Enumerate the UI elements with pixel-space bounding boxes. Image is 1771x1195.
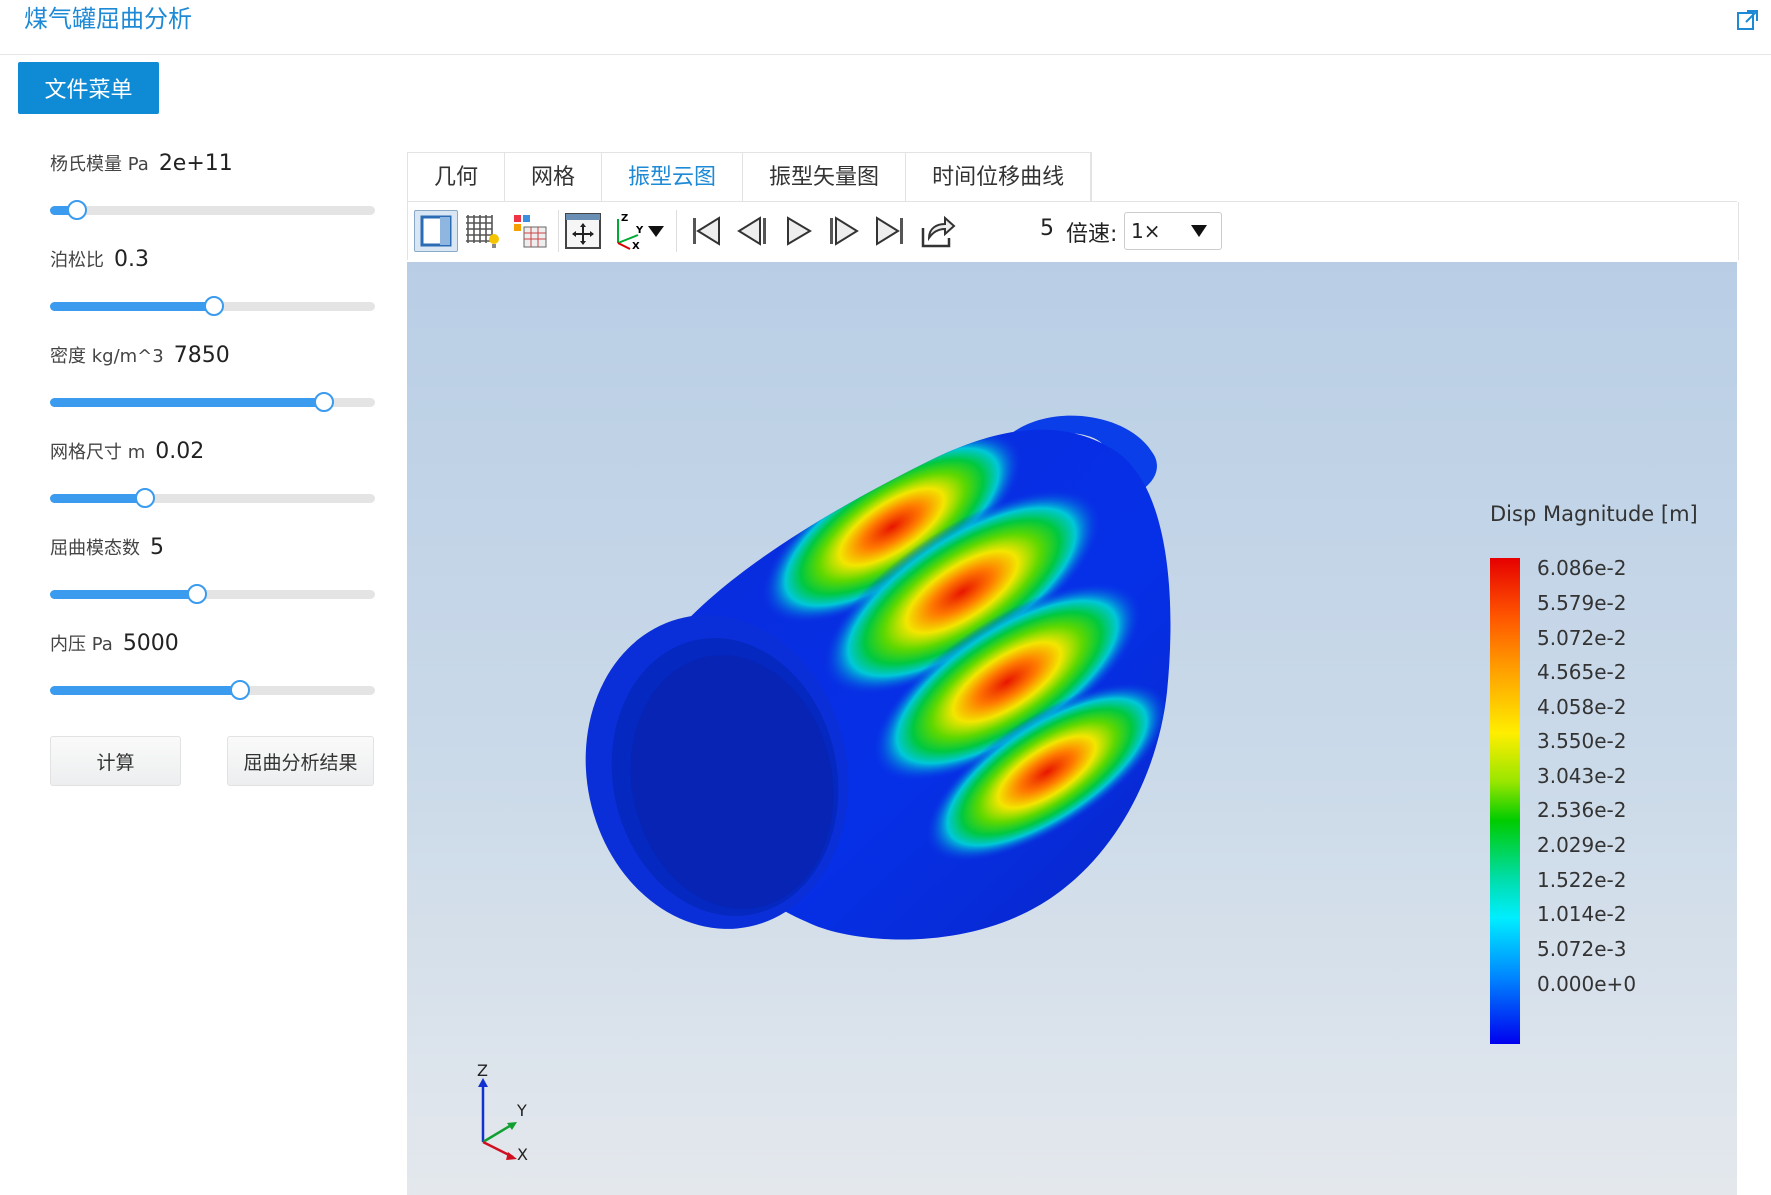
param-internal-pressure: 内压 Pa 5000 xyxy=(50,630,375,700)
buckling-modes-slider[interactable] xyxy=(50,584,375,604)
export-icon[interactable] xyxy=(916,210,960,252)
toolbar-separator xyxy=(558,210,559,252)
toolbar-separator xyxy=(676,210,677,252)
legend-title: Disp Magnitude [m] xyxy=(1490,502,1698,526)
compute-button[interactable]: 计算 xyxy=(50,736,181,786)
param-label: 屈曲模态数 xyxy=(50,538,140,559)
tab-time-displacement[interactable]: 时间位移曲线 xyxy=(906,153,1092,202)
param-label: 网格尺寸 m xyxy=(50,442,146,463)
tab-geometry[interactable]: 几何 xyxy=(408,153,506,202)
legend-tick: 1.014e-2 xyxy=(1537,902,1627,926)
viewer-toolbar: ZYX 5 倍速: 1× xyxy=(407,202,1739,260)
legend-tick: 2.536e-2 xyxy=(1537,798,1627,822)
color-scale-bar xyxy=(1490,558,1520,1044)
last-frame-icon[interactable] xyxy=(868,210,912,252)
mesh-size-slider[interactable] xyxy=(50,488,375,508)
legend-tick: 5.072e-2 xyxy=(1537,626,1627,650)
title-bar: 煤气罐屈曲分析 xyxy=(0,0,1771,55)
svg-text:Z: Z xyxy=(621,213,628,224)
param-density: 密度 kg/m^3 7850 xyxy=(50,342,375,412)
param-poisson-ratio: 泊松比 0.3 xyxy=(50,246,375,316)
legend-tick: 1.522e-2 xyxy=(1537,868,1627,892)
param-value: 0.02 xyxy=(155,439,205,464)
slider-handle[interactable] xyxy=(229,680,250,700)
slider-handle[interactable] xyxy=(314,392,334,412)
prev-frame-icon[interactable] xyxy=(730,210,774,252)
poisson-ratio-slider[interactable] xyxy=(50,296,375,316)
light-icon[interactable] xyxy=(508,210,552,252)
param-buckling-modes: 屈曲模态数 5 xyxy=(50,534,375,604)
tab-mesh[interactable]: 网格 xyxy=(505,153,603,202)
density-slider[interactable] xyxy=(50,392,375,412)
param-youngs-modulus: 杨氏模量 Pa 2e+11 xyxy=(50,150,375,220)
param-label: 内压 Pa xyxy=(50,634,113,655)
legend-tick: 5.072e-3 xyxy=(1537,937,1627,961)
legend-tick: 0.000e+0 xyxy=(1537,972,1637,996)
slider-handle[interactable] xyxy=(67,200,87,220)
file-menu-button[interactable]: 文件菜单 xyxy=(18,62,159,114)
svg-text:Y: Y xyxy=(635,225,644,236)
axis-z-label: Z xyxy=(477,1062,488,1080)
internal-pressure-slider[interactable] xyxy=(50,680,375,700)
param-value: 0.3 xyxy=(114,247,149,272)
3d-viewport[interactable]: Disp Magnitude [m] 6.086e-2 5.579e-2 5.0… xyxy=(407,262,1737,1195)
param-label: 泊松比 xyxy=(50,250,104,271)
axis-triad-icon: Z Y X xyxy=(477,1062,528,1162)
svg-text:X: X xyxy=(632,241,640,251)
legend-tick: 3.043e-2 xyxy=(1537,764,1627,788)
youngs-modulus-slider[interactable] xyxy=(50,200,375,220)
legend-tick: 6.086e-2 xyxy=(1537,556,1627,580)
legend-tick: 3.550e-2 xyxy=(1537,729,1627,753)
legend-tick: 5.579e-2 xyxy=(1537,591,1627,615)
speed-select[interactable]: 1× xyxy=(1124,212,1222,250)
next-frame-icon[interactable] xyxy=(822,210,866,252)
param-value: 2e+11 xyxy=(158,151,233,176)
buckling-result-button[interactable]: 屈曲分析结果 xyxy=(227,736,374,786)
tab-mode-contour[interactable]: 振型云图 xyxy=(602,153,744,202)
param-value: 7850 xyxy=(173,343,230,368)
speed-label: 倍速: xyxy=(1066,222,1118,247)
solid-view-icon[interactable] xyxy=(414,210,458,252)
axis-y-label: Y xyxy=(516,1101,527,1120)
mesh-view-icon[interactable] xyxy=(460,210,504,252)
first-frame-icon[interactable] xyxy=(684,210,728,252)
param-value: 5000 xyxy=(122,631,179,656)
legend-tick: 4.565e-2 xyxy=(1537,660,1627,684)
param-label: 密度 kg/m^3 xyxy=(50,346,164,367)
param-mesh-size: 网格尺寸 m 0.02 xyxy=(50,438,375,508)
app-title: 煤气罐屈曲分析 xyxy=(24,5,192,33)
axis-dropdown-arrow-icon[interactable] xyxy=(644,210,668,252)
play-icon[interactable] xyxy=(776,210,820,252)
legend-tick: 4.058e-2 xyxy=(1537,695,1627,719)
view-tabs: 几何 网格 振型云图 振型矢量图 时间位移曲线 xyxy=(407,152,1093,202)
slider-handle[interactable] xyxy=(203,296,224,316)
tab-mode-vector[interactable]: 振型矢量图 xyxy=(743,153,907,202)
slider-handle[interactable] xyxy=(135,488,156,508)
frame-number: 5 xyxy=(1040,216,1054,241)
param-label: 杨氏模量 Pa xyxy=(50,154,149,175)
open-external-icon[interactable] xyxy=(1735,8,1759,32)
legend-tick: 2.029e-2 xyxy=(1537,833,1627,857)
slider-handle[interactable] xyxy=(187,584,208,604)
speed-value: 1× xyxy=(1131,219,1161,243)
axis-x-label: X xyxy=(517,1145,528,1162)
chevron-down-icon xyxy=(1191,225,1207,237)
reset-view-icon[interactable] xyxy=(561,210,605,252)
param-value: 5 xyxy=(150,535,164,560)
